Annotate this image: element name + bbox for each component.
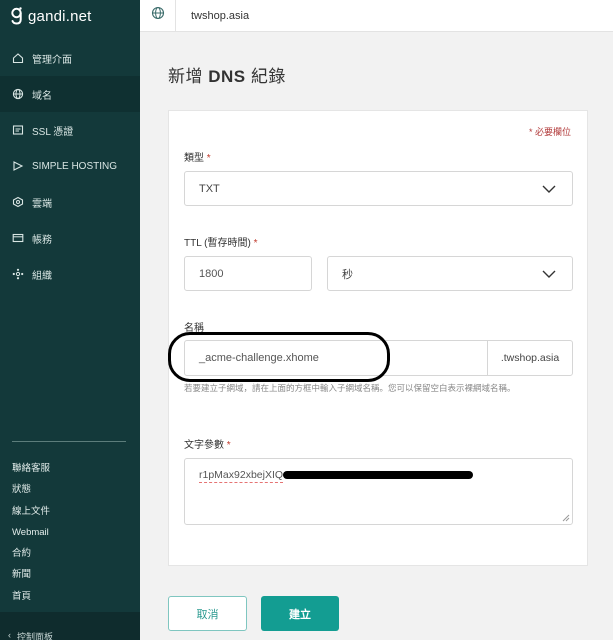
globe-icon bbox=[151, 6, 165, 25]
sidebar-item-label: SIMPLE HOSTING bbox=[32, 160, 118, 172]
page-title-suffix: 紀錄 bbox=[245, 67, 286, 86]
footer-link-news[interactable]: 新聞 bbox=[12, 564, 50, 585]
sidebar-item-label: SSL 憑證 bbox=[32, 126, 74, 138]
name-label: 名稱 bbox=[184, 319, 204, 334]
certificate-icon bbox=[12, 124, 24, 136]
footer-link-support[interactable]: 聯絡客服 bbox=[12, 458, 50, 479]
chevron-down-icon bbox=[542, 185, 556, 193]
ttl-label-text: TTL (暫存時間) bbox=[184, 238, 251, 249]
sidebar-item-cloud[interactable]: 雲端 bbox=[0, 184, 140, 220]
name-input[interactable]: _acme-challenge.xhome bbox=[184, 340, 488, 376]
sidebar-item-label: 管理介面 bbox=[32, 54, 72, 66]
footer-link-webmail[interactable]: Webmail bbox=[12, 522, 50, 543]
brand-name: gandi.net bbox=[28, 7, 92, 25]
sidebar-item-label: 域名 bbox=[32, 90, 52, 102]
footer-link-docs[interactable]: 線上文件 bbox=[12, 501, 50, 522]
current-domain: twshop.asia bbox=[191, 9, 250, 22]
sidebar-item-label: 組織 bbox=[32, 270, 52, 282]
sidebar-item-label: 雲端 bbox=[32, 198, 52, 210]
ttl-unit-value: 秒 bbox=[342, 268, 353, 281]
sidebar-item-organization[interactable]: 組織 bbox=[0, 256, 140, 292]
brand-logo[interactable]: gandi.net bbox=[0, 0, 140, 32]
ttl-label: TTL (暫存時間) * bbox=[184, 234, 258, 249]
footer-link-status[interactable]: 狀態 bbox=[12, 479, 50, 500]
chevron-left-icon: ‹ bbox=[8, 630, 11, 640]
dns-record-form: * 必要欄位 類型 * TXT TTL (暫存時間) * 1800 秒 名稱 _… bbox=[168, 110, 588, 566]
cancel-button[interactable]: 取消 bbox=[168, 596, 247, 631]
create-button[interactable]: 建立 bbox=[261, 596, 339, 631]
required-asterisk: * bbox=[206, 153, 211, 164]
footer-link-home[interactable]: 首頁 bbox=[12, 586, 50, 607]
type-select[interactable]: TXT bbox=[184, 171, 573, 206]
sidebar: gandi.net 管理介面 域名 SSL 憑證 SIMPLE HOSTING bbox=[0, 0, 140, 640]
billing-icon bbox=[12, 232, 24, 244]
sidebar-divider bbox=[12, 441, 126, 442]
text-value-content: r1pMax92xbejXIQ bbox=[199, 469, 284, 483]
sidebar-item-ssl[interactable]: SSL 憑證 bbox=[0, 112, 140, 148]
required-asterisk: * bbox=[226, 440, 231, 451]
domain-switcher[interactable] bbox=[140, 0, 176, 32]
sidebar-item-domains[interactable]: 域名 bbox=[0, 76, 140, 112]
name-help-text: 若要建立子網域，請在上面的方框中輸入子網域名稱。您可以保留空白表示裸網域名稱。 bbox=[184, 383, 516, 393]
text-value-textarea[interactable]: r1pMax92xbejXIQ bbox=[184, 458, 573, 525]
text-value-label-text: 文字參數 bbox=[184, 440, 224, 451]
footer-link-contracts[interactable]: 合約 bbox=[12, 543, 50, 564]
name-label-text: 名稱 bbox=[184, 323, 204, 334]
top-bar: twshop.asia bbox=[140, 0, 613, 32]
chevron-down-icon bbox=[542, 270, 556, 278]
sidebar-footer-links: 聯絡客服 狀態 線上文件 Webmail 合約 新聞 首頁 bbox=[12, 458, 50, 607]
page-title: 新增 DNS 紀錄 bbox=[168, 62, 286, 87]
type-label-text: 類型 bbox=[184, 153, 204, 164]
required-fields-note: * 必要欄位 bbox=[528, 127, 571, 137]
globe-icon bbox=[12, 88, 24, 100]
sidebar-item-billing[interactable]: 帳務 bbox=[0, 220, 140, 256]
sidebar-collapse-item[interactable]: ‹ 控制面板 bbox=[8, 630, 53, 640]
sidebar-nav: 管理介面 域名 SSL 憑證 SIMPLE HOSTING 雲端 帳務 組織 bbox=[0, 40, 140, 292]
text-value-label: 文字參數 * bbox=[184, 436, 231, 451]
resize-grip-icon[interactable] bbox=[562, 514, 570, 522]
gandi-logo-icon bbox=[10, 7, 23, 25]
required-asterisk: * bbox=[253, 238, 258, 249]
type-select-value: TXT bbox=[199, 182, 220, 195]
sidebar-item-simple-hosting[interactable]: SIMPLE HOSTING bbox=[0, 148, 140, 184]
page-title-strong: DNS bbox=[208, 67, 246, 86]
name-domain-suffix: .twshop.asia bbox=[487, 340, 573, 376]
sidebar-bottom-label: 控制面板 bbox=[17, 632, 54, 640]
organization-icon bbox=[12, 268, 24, 280]
cloud-icon bbox=[12, 196, 24, 208]
ttl-input-value: 1800 bbox=[199, 267, 224, 280]
redaction-mark bbox=[283, 471, 474, 480]
type-label: 類型 * bbox=[184, 149, 211, 164]
sidebar-item-label: 帳務 bbox=[32, 234, 52, 246]
ttl-input[interactable]: 1800 bbox=[184, 256, 312, 291]
page-title-prefix: 新增 bbox=[168, 67, 209, 86]
hosting-icon bbox=[12, 160, 24, 172]
ttl-unit-select[interactable]: 秒 bbox=[327, 256, 573, 291]
home-icon bbox=[12, 52, 24, 64]
name-input-value: _acme-challenge.xhome bbox=[199, 352, 319, 364]
sidebar-item-dashboard[interactable]: 管理介面 bbox=[0, 40, 140, 76]
